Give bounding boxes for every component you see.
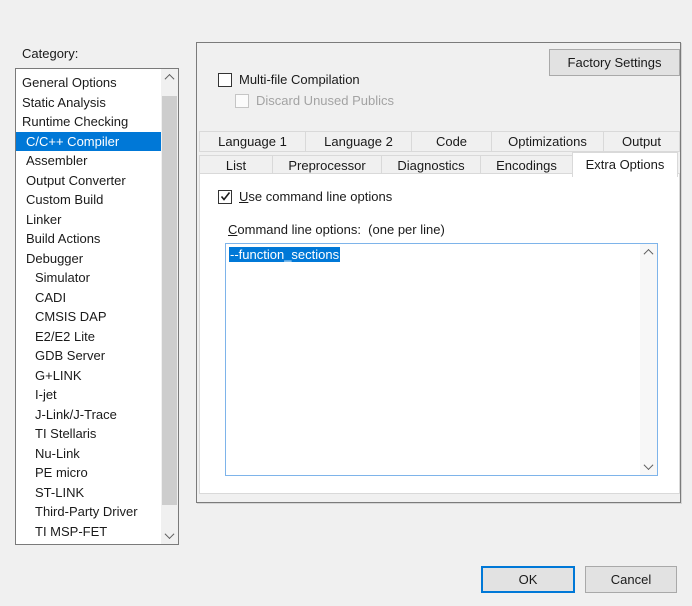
category-item-debugger[interactable]: Debugger	[16, 249, 161, 269]
category-item-linker[interactable]: Linker	[16, 210, 161, 230]
ok-button[interactable]: OK	[481, 566, 575, 593]
chevron-up-icon	[165, 74, 175, 84]
tab-optimizations[interactable]: Optimizations	[491, 131, 604, 152]
category-item-simulator[interactable]: Simulator	[16, 268, 161, 288]
use-command-line-options-checkbox[interactable]: Use command line options	[218, 189, 392, 204]
category-listbox[interactable]: General Options Static Analysis Runtime …	[15, 68, 179, 545]
factory-settings-button[interactable]: Factory Settings	[549, 49, 680, 76]
category-list-items: General Options Static Analysis Runtime …	[16, 73, 161, 541]
category-item-static-analysis[interactable]: Static Analysis	[16, 93, 161, 113]
scroll-up-button[interactable]	[640, 244, 657, 261]
category-item-j-link-j-trace[interactable]: J-Link/J-Trace	[16, 405, 161, 425]
tab-code[interactable]: Code	[411, 131, 492, 152]
tab-strip-row1: Language 1 Language 2 Code Optimizations…	[199, 131, 680, 152]
category-item-assembler[interactable]: Assembler	[16, 151, 161, 171]
cancel-button[interactable]: Cancel	[585, 566, 677, 593]
chevron-up-icon	[644, 249, 654, 259]
use-command-line-options-label[interactable]: Use command line options	[239, 189, 392, 204]
category-item-build-actions[interactable]: Build Actions	[16, 229, 161, 249]
category-item-custom-build[interactable]: Custom Build	[16, 190, 161, 210]
chevron-down-icon	[165, 529, 175, 539]
multi-file-compilation-checkbox[interactable]: Multi-file Compilation	[218, 72, 360, 87]
command-line-options-textarea[interactable]: --function_sections	[225, 243, 658, 476]
discard-unused-publics-checkbox: Discard Unused Publics	[235, 93, 394, 108]
checkbox-checked-icon[interactable]	[218, 190, 232, 204]
category-item-cmsis-dap[interactable]: CMSIS DAP	[16, 307, 161, 327]
category-item-pe-micro[interactable]: PE micro	[16, 463, 161, 483]
category-scrollbar[interactable]	[161, 69, 178, 544]
category-item-gdb-server[interactable]: GDB Server	[16, 346, 161, 366]
category-item-output-converter[interactable]: Output Converter	[16, 171, 161, 191]
category-item-i-jet[interactable]: I-jet	[16, 385, 161, 405]
category-label: Category:	[22, 46, 78, 61]
tab-language-1[interactable]: Language 1	[199, 131, 306, 152]
category-item-ccpp-compiler[interactable]: C/C++ Compiler	[16, 132, 161, 152]
category-item-e2-e2-lite[interactable]: E2/E2 Lite	[16, 327, 161, 347]
category-item-ti-msp-fet[interactable]: TI MSP-FET	[16, 522, 161, 542]
multi-file-compilation-label[interactable]: Multi-file Compilation	[239, 72, 360, 87]
category-item-st-link[interactable]: ST-LINK	[16, 483, 161, 503]
scroll-down-button[interactable]	[640, 458, 657, 475]
checkmark-icon	[220, 191, 231, 202]
scroll-down-button[interactable]	[161, 527, 178, 544]
tab-language-2[interactable]: Language 2	[305, 131, 412, 152]
category-item-general-options[interactable]: General Options	[16, 73, 161, 93]
checkbox-disabled-icon	[235, 94, 249, 108]
compiler-options-panel: Factory Settings Multi-file Compilation …	[196, 42, 681, 503]
scroll-thumb[interactable]	[162, 96, 177, 505]
command-line-options-label: Command line options: (one per line)	[228, 222, 445, 237]
category-item-g-plus-link[interactable]: G+LINK	[16, 366, 161, 386]
category-item-third-party-driver[interactable]: Third-Party Driver	[16, 502, 161, 522]
tab-output[interactable]: Output	[603, 131, 680, 152]
category-item-nu-link[interactable]: Nu-Link	[16, 444, 161, 464]
chevron-down-icon	[644, 460, 654, 470]
scroll-up-button[interactable]	[161, 69, 178, 86]
category-item-ti-stellaris[interactable]: TI Stellaris	[16, 424, 161, 444]
discard-unused-publics-label: Discard Unused Publics	[256, 93, 394, 108]
category-item-runtime-checking[interactable]: Runtime Checking	[16, 112, 161, 132]
checkbox-unchecked-icon[interactable]	[218, 73, 232, 87]
tab-extra-options[interactable]: Extra Options	[572, 152, 678, 177]
command-line-options-value: --function_sections	[229, 246, 340, 263]
category-item-cadi[interactable]: CADI	[16, 288, 161, 308]
textarea-scrollbar[interactable]	[640, 244, 657, 475]
